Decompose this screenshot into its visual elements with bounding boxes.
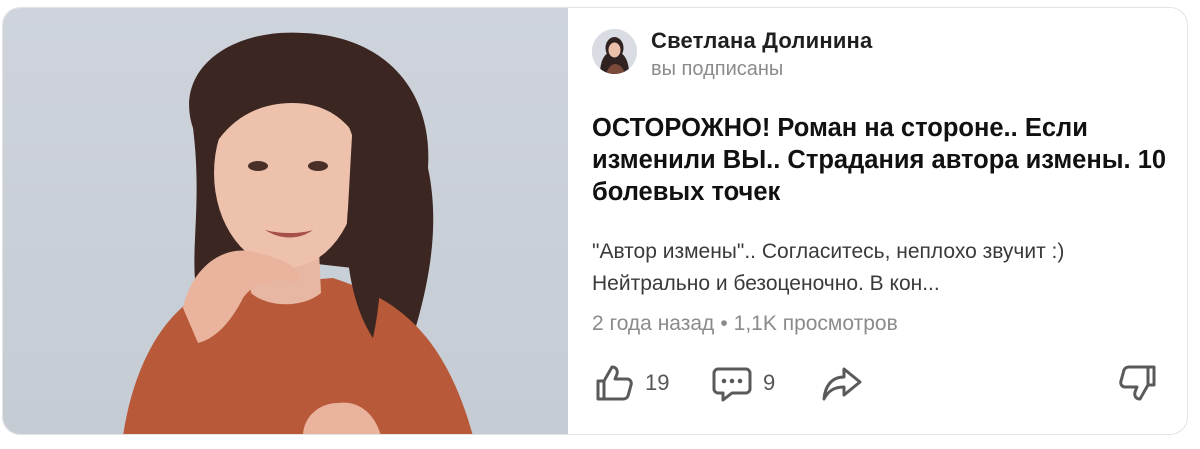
article-card[interactable]: Светлана Долинина вы подписаны ОСТОРОЖНО… xyxy=(2,7,1188,435)
article-title[interactable]: ОСТОРОЖНО! Роман на стороне.. Если измен… xyxy=(592,112,1172,208)
subscription-status: вы подписаны xyxy=(651,58,784,80)
avatar-illustration xyxy=(592,29,637,74)
article-content: Светлана Долинина вы подписаны ОСТОРОЖНО… xyxy=(592,8,1187,434)
thumbs-down-icon xyxy=(1119,365,1156,401)
like-button[interactable]: 19 xyxy=(592,361,669,405)
comment-count: 9 xyxy=(763,370,776,395)
view-count: 1,1K просмотров xyxy=(733,312,898,335)
article-cover-image[interactable] xyxy=(3,8,568,434)
comment-button[interactable]: 9 xyxy=(710,361,775,405)
like-count: 19 xyxy=(645,370,670,395)
author-name[interactable]: Светлана Долинина xyxy=(651,28,872,54)
meta-separator: • xyxy=(720,312,728,335)
publish-time: 2 года назад xyxy=(592,312,715,335)
author-avatar[interactable] xyxy=(592,29,637,74)
comment-bubble-icon xyxy=(712,367,752,402)
article-snippet[interactable]: "Автор измены".. Согласитесь, неплохо зв… xyxy=(592,236,1157,300)
action-bar: 19 9 xyxy=(592,361,1187,405)
share-arrow-icon xyxy=(822,367,862,401)
thumbs-up-icon xyxy=(596,365,633,401)
portrait-illustration xyxy=(123,32,473,434)
share-button[interactable] xyxy=(820,361,864,405)
article-meta: 2 года назад • 1,1K просмотров xyxy=(592,312,898,336)
dislike-button[interactable] xyxy=(1116,361,1160,405)
